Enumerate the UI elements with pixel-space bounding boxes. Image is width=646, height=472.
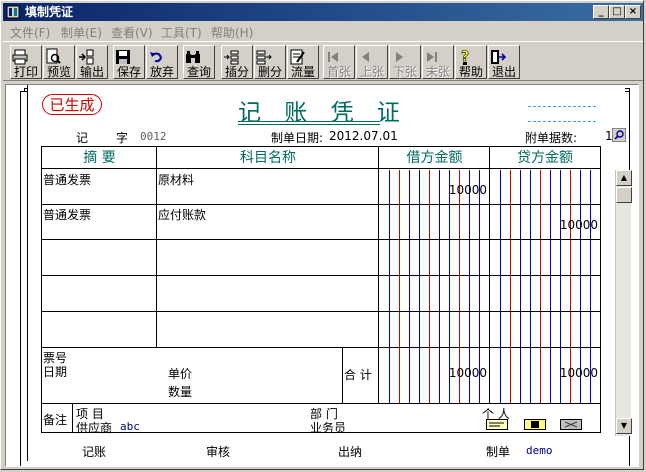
delete-row-icon <box>256 50 272 65</box>
insert-row-icon <box>224 50 239 65</box>
title-bar[interactable]: 填制凭证 _ □ × <box>3 3 643 21</box>
row-line <box>42 403 600 404</box>
voucher-number[interactable]: 0012 <box>140 130 167 143</box>
print-button[interactable]: 打印 <box>10 45 42 79</box>
voucher-word-suffix: 字 <box>116 131 129 145</box>
prev-icon <box>362 52 369 62</box>
entry-summary[interactable]: 普通发票 <box>43 206 91 223</box>
menu-view[interactable]: 查看(V) <box>111 24 153 41</box>
last-voucher-button[interactable]: 末张 <box>422 45 454 79</box>
menu-file[interactable]: 文件(F) <box>10 24 50 41</box>
entry-summary[interactable]: 普通发票 <box>43 171 91 188</box>
menu-tools[interactable]: 工具(T) <box>161 24 202 41</box>
next-icon <box>396 52 403 62</box>
grid-line <box>156 147 157 347</box>
window-title: 填制凭证 <box>25 5 74 19</box>
remarks-label: 备注 <box>43 413 68 427</box>
total-debit: 10000 <box>448 366 487 380</box>
auditor-label: 审核 <box>206 445 231 459</box>
export-button[interactable]: 输出 <box>76 45 108 79</box>
bookkeeper-label: 记账 <box>82 445 107 459</box>
vertical-scrollbar[interactable]: ▲ ▼ <box>615 170 632 436</box>
toolbar: 打印 预览 输出 保存 放弃 查询 插分 删分 流量 首张 上张 下张 末张 ?… <box>3 41 643 81</box>
date-field-label: 日期 <box>43 365 68 379</box>
row-line <box>42 347 600 348</box>
voucher-grid: 摘 要 科目名称 借方金额 贷方金额 普通发票 原材料 10000 普通发票 应… <box>41 146 632 436</box>
row-line <box>42 239 600 240</box>
supplier-label: 供应商 <box>76 421 113 435</box>
column-summary: 摘 要 <box>42 147 157 169</box>
exit-icon <box>491 50 507 64</box>
title-underline <box>238 121 380 125</box>
supplier-value[interactable]: abc <box>120 420 140 433</box>
row-line <box>42 275 600 276</box>
date-label: 制单日期: <box>271 131 324 145</box>
maker-label: 制单 <box>486 445 511 459</box>
insert-entry-button[interactable]: 插分 <box>221 45 253 79</box>
entry-account[interactable]: 应付账款 <box>158 206 206 223</box>
menu-help[interactable]: 帮助(H) <box>211 24 253 41</box>
grid-line <box>72 403 73 433</box>
help-button[interactable]: ? 帮助 <box>455 45 487 79</box>
voucher-paper: 已生成 记 账 凭 证 记 字 0012 制单日期: 2012.07.01 附单… <box>27 85 632 461</box>
dashed-line <box>528 121 596 122</box>
maximize-button[interactable]: □ <box>609 5 625 19</box>
dashed-line <box>528 106 596 107</box>
column-account: 科目名称 <box>157 147 379 169</box>
entry-debit[interactable]: 10000 <box>379 183 487 197</box>
close-button[interactable]: × <box>625 5 641 19</box>
quantity-label: 数量 <box>168 385 193 399</box>
voucher-date[interactable]: 2012.07.01 <box>329 129 398 143</box>
preview-button[interactable]: 预览 <box>43 45 75 79</box>
generated-stamp: 已生成 <box>42 94 102 115</box>
total-credit: 10000 <box>559 366 598 380</box>
minimize-button[interactable]: _ <box>593 5 609 19</box>
save-button[interactable]: 保存 <box>113 45 145 79</box>
grid-icon[interactable] <box>560 419 582 430</box>
row-line <box>42 311 600 312</box>
grid-line <box>342 347 343 403</box>
cashflow-button[interactable]: 流量 <box>287 45 319 79</box>
printer-icon <box>12 49 28 65</box>
row-line <box>42 204 600 205</box>
app-icon <box>6 5 20 19</box>
cashflow-icon <box>290 49 305 65</box>
first-icon <box>328 52 338 62</box>
exit-button[interactable]: 退出 <box>488 45 520 79</box>
delete-entry-button[interactable]: 删分 <box>254 45 286 79</box>
entry-account[interactable]: 原材料 <box>158 171 194 188</box>
salesman-label: 业务员 <box>310 421 347 435</box>
menu-bar: 文件(F) 制单(E) 查看(V) 工具(T) 帮助(H) <box>3 22 643 40</box>
first-voucher-button[interactable]: 首张 <box>323 45 355 79</box>
export-icon <box>79 49 94 65</box>
card-icon[interactable] <box>486 419 508 430</box>
binoculars-icon <box>186 51 200 63</box>
undo-icon <box>150 52 163 63</box>
entry-credit[interactable]: 10000 <box>490 218 598 232</box>
voucher-window: 填制凭证 _ □ × 文件(F) 制单(E) 查看(V) 工具(T) 帮助(H)… <box>0 0 644 470</box>
preview-icon <box>46 48 61 64</box>
save-icon <box>116 50 130 64</box>
unit-price-label: 单价 <box>168 367 193 381</box>
total-label: 合 计 <box>344 368 372 382</box>
voucher-area: 已生成 记 账 凭 证 记 字 0012 制单日期: 2012.07.01 附单… <box>5 84 639 467</box>
discard-button[interactable]: 放弃 <box>146 45 178 79</box>
cashier-label: 出纳 <box>338 445 363 459</box>
voucher-word: 记 <box>76 131 89 145</box>
query-button[interactable]: 查询 <box>183 45 215 79</box>
scroll-thumb[interactable] <box>616 187 632 203</box>
maker-value: demo <box>526 444 553 457</box>
help-icon: ? <box>461 49 470 66</box>
menu-voucher[interactable]: 制单(E) <box>61 24 102 41</box>
next-voucher-button[interactable]: 下张 <box>389 45 421 79</box>
attachments-label: 附单据数: <box>525 131 578 145</box>
last-icon <box>427 52 437 62</box>
search-icon[interactable] <box>612 128 626 142</box>
scroll-down-button[interactable]: ▼ <box>616 418 632 434</box>
camera-icon[interactable] <box>524 419 546 430</box>
prev-voucher-button[interactable]: 上张 <box>356 45 388 79</box>
scroll-up-button[interactable]: ▲ <box>616 170 632 186</box>
